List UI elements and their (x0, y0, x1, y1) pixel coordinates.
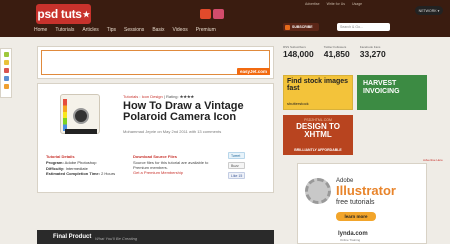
subscribe-label: SUBSCRIBE (292, 25, 313, 29)
article-meta: Tutorials : Icon Design | Rating: ★★★★ (123, 94, 195, 99)
details-heading: Tutorial Details (46, 154, 75, 159)
heart-icon[interactable] (3, 68, 9, 73)
harvest-ad-title: HARVEST INVOICING (363, 80, 400, 95)
search-input[interactable]: Search & Go... (337, 23, 390, 31)
final-product-bar: Final Product What You'll Be Creating (37, 230, 274, 244)
psd2html-ad[interactable]: PSD2HTML.COM DESIGN TO XHTML BRILLIANTLY… (283, 115, 353, 155)
top-link-write[interactable]: Write for Us (327, 2, 345, 6)
stat-facebook[interactable]: Facebook Fans 33,270 (360, 45, 386, 59)
nav-item-basix[interactable]: Basix (152, 27, 164, 33)
detail-time: Estimated Completion Time: 2 Hours (46, 171, 116, 176)
stat-value: 148,000 (283, 49, 314, 59)
stat-value: 33,270 (359, 49, 386, 59)
plus-badge-icon[interactable] (213, 9, 224, 19)
side-toolbar (0, 48, 12, 98)
tutorial-details: Tutorial Details Program: Adobe Photosho… (46, 154, 115, 177)
stat-twitter[interactable]: Twitter Followers 41,850 (324, 45, 350, 59)
stock-ad-title: Find stock images fast (287, 78, 349, 92)
network-button[interactable]: NETWORK ▾ (415, 6, 443, 15)
rainbow-stripe (63, 99, 67, 131)
like-count: 15 (238, 173, 243, 178)
illustrator-subtitle: free tutorials (336, 199, 375, 206)
easyjet-logo: easyJet.com (236, 68, 270, 75)
logo-star-icon: ★ (82, 9, 90, 19)
top-links: Advertise Write for Us Usage (305, 2, 362, 6)
premium-membership-link[interactable]: Get a Premium Membership (133, 170, 183, 175)
star-icon[interactable] (3, 60, 9, 65)
share-buttons: Tweet Buzz Like 15 (228, 152, 246, 179)
site-logo[interactable]: psd tuts ★ (36, 4, 91, 24)
main-nav: Home Tutorials Articles Tips Sessions Ba… (34, 27, 216, 33)
article-title[interactable]: How To Draw a Vintage Polaroid Camera Ic… (123, 101, 263, 123)
top-link-advertise[interactable]: Advertise (305, 2, 320, 6)
rss-icon (285, 24, 290, 30)
rating-stars: ★★★★ (179, 94, 195, 99)
rating-label: Rating: (165, 94, 179, 99)
camera-lens (73, 108, 89, 124)
article-byline: Mohammad Jeprie on May 2nd 2011 with 13 … (123, 129, 222, 134)
article-card: Tutorials : Icon Design | Rating: ★★★★ H… (37, 83, 274, 193)
nav-item-sessions[interactable]: Sessions (124, 27, 144, 33)
nav-item-videos[interactable]: Videos (173, 27, 188, 33)
top-ad-banner[interactable]: easyJet.com (37, 46, 274, 79)
gear-icon (305, 178, 331, 204)
category-link-tutorials[interactable]: Tutorials (123, 94, 138, 99)
buzz-button[interactable]: Buzz (228, 162, 246, 169)
leaf-icon[interactable] (3, 52, 9, 57)
chevron-down-icon: ▾ (437, 8, 440, 13)
like-button[interactable]: Like 15 (228, 172, 246, 179)
category-link-icon-design[interactable]: Icon Design (142, 94, 163, 99)
lynda-logo: lynda.com (338, 231, 368, 237)
stat-rss[interactable]: RSS Subscribers 148,000 (283, 45, 314, 59)
social-stats: RSS Subscribers 148,000 Twitter Follower… (283, 45, 386, 59)
advertise-here-link[interactable]: Advertise Here (423, 158, 443, 162)
learn-more-button[interactable]: learn more (336, 212, 376, 221)
stock-ad-brand: shutterstock (287, 101, 309, 106)
nav-item-articles[interactable]: Articles (82, 27, 98, 33)
shutterstock-ad[interactable]: Find stock images fast shutterstock (283, 75, 353, 110)
download-heading[interactable]: Download Source Files (133, 154, 218, 159)
final-product-title: Final Product (53, 234, 92, 240)
nav-item-tips[interactable]: Tips (107, 27, 116, 33)
final-product-subtitle: What You'll Be Creating (95, 235, 138, 241)
tuts-badge-icon[interactable] (200, 9, 211, 19)
tweet-button[interactable]: Tweet (228, 152, 246, 159)
subscribe-button[interactable]: SUBSCRIBE (283, 23, 319, 31)
nav-item-tutorials[interactable]: Tutorials (55, 27, 74, 33)
bookmark-icon[interactable] (3, 84, 9, 89)
nav-item-home[interactable]: Home (34, 27, 47, 33)
download-text: Source files for this tutorial are avail… (133, 160, 209, 170)
illustrator-ad[interactable]: Adobe Illustrator free tutorials learn m… (297, 163, 427, 244)
top-link-usage[interactable]: Usage (352, 2, 362, 6)
share-icon[interactable] (3, 76, 9, 81)
psd2html-tagline: BRILLIANTLY AFFORDABLE (294, 148, 342, 152)
network-label: NETWORK (418, 8, 437, 13)
polaroid-camera-icon (60, 94, 100, 134)
ad-frame (41, 50, 270, 75)
logo-text: psd tuts (37, 7, 82, 21)
camera-base (65, 129, 97, 134)
psd2html-title: DESIGN TO XHTML (296, 122, 340, 139)
illustrator-title: Illustrator (336, 183, 396, 198)
lynda-subtitle: Online Training (340, 238, 361, 242)
harvest-ad[interactable]: HARVEST INVOICING (357, 75, 427, 110)
stat-value: 41,850 (323, 49, 350, 59)
download-source: Download Source Files Source files for t… (133, 154, 218, 175)
network-badges (200, 9, 224, 19)
nav-item-premium[interactable]: Premium (196, 27, 216, 33)
site-header: psd tuts ★ Advertise Write for Us Usage … (0, 0, 450, 37)
